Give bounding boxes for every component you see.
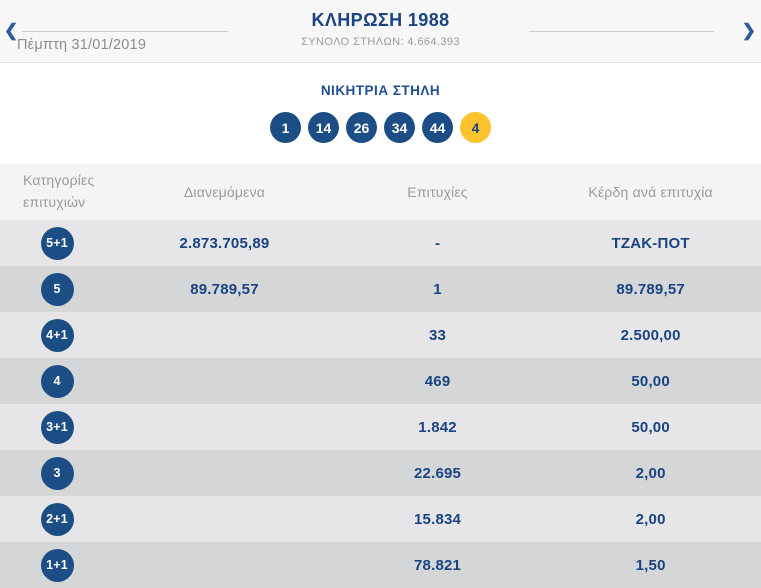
winners-value: 15.834 [414,510,462,528]
distributed-value: 2.873.705,89 [179,234,270,252]
table-row: 3 22.695 2,00 [0,450,761,496]
winning-number-ball: 44 [422,112,453,143]
draw-navigation-bar: ❮ ΚΛΗΡΩΣΗ 1988 ΣΥΝΟΛΟ ΣΤΗΛΩΝ: 4.664.393 … [0,0,761,63]
divider-line-right [529,31,714,32]
prize-value: 50,00 [631,372,670,390]
winning-number-ball: 14 [308,112,339,143]
winners-value: 1 [433,280,442,298]
prize-value: 89.789,57 [616,280,685,298]
table-row: 5 89.789,57 1 89.789,57 [0,266,761,312]
category-badge: 3 [40,456,74,490]
distributed-value: 89.789,57 [190,280,259,298]
prize-value: 1,50 [635,556,666,574]
bonus-number-ball: 4 [460,112,491,143]
winning-number-ball: 26 [346,112,377,143]
winning-column-section: ΝΙΚΗΤΡΙΑ ΣΤΗΛΗ 1 14 26 34 44 4 [0,63,761,164]
table-row: 2+1 15.834 2,00 [0,496,761,542]
table-row: 1+1 78.821 1,50 [0,542,761,588]
table-row: 3+1 1.842 50,00 [0,404,761,450]
winning-numbers: 1 14 26 34 44 4 [0,112,761,143]
winning-column-title: ΝΙΚΗΤΡΙΑ ΣΤΗΛΗ [320,83,441,98]
category-badge: 3+1 [40,410,74,444]
draw-title: ΚΛΗΡΩΣΗ 1988 [311,10,450,30]
winners-value: 1.842 [418,418,457,436]
header-distributed: Διανεμόμενα [183,184,266,200]
results-table: Κατηγορίες επιτυχιών Διανεμόμενα Επιτυχί… [0,164,761,588]
header-category-label: Κατηγορίες επιτυχιών [23,172,95,210]
draw-date: Πέμπτη 31/01/2019 [17,37,147,53]
header-winners: Επιτυχίες [407,184,468,200]
category-badge: 5 [40,272,74,306]
winning-number-ball: 34 [384,112,415,143]
winners-value: 469 [424,372,451,390]
category-badge: 5+1 [40,226,74,260]
category-badge: 1+1 [40,548,74,582]
table-row: 4+1 33 2.500,00 [0,312,761,358]
prize-value: ΤΖΑΚ-ΠΟΤ [611,234,690,252]
prize-value: 2.500,00 [620,326,681,344]
results-table-header: Κατηγορίες επιτυχιών Διανεμόμενα Επιτυχί… [0,164,761,220]
winners-value: 33 [429,326,447,344]
winning-number-ball: 1 [270,112,301,143]
category-badge: 4 [40,364,74,398]
winners-value: - [434,234,441,252]
table-row: 5+1 2.873.705,89 - ΤΖΑΚ-ΠΟΤ [0,220,761,266]
prize-value: 50,00 [631,418,670,436]
prize-value: 2,00 [635,464,666,482]
category-badge: 2+1 [40,502,74,536]
header-prize-per-winner: Κέρδη ανά επιτυχία [588,184,713,200]
winners-value: 22.695 [414,464,462,482]
header-category: Κατηγορίες επιτυχιών [0,170,114,213]
next-draw-chevron-icon[interactable]: ❯ [742,22,756,39]
prize-value: 2,00 [635,510,666,528]
table-row: 4 469 50,00 [0,358,761,404]
category-badge: 4+1 [40,318,74,352]
winners-value: 78.821 [414,556,462,574]
